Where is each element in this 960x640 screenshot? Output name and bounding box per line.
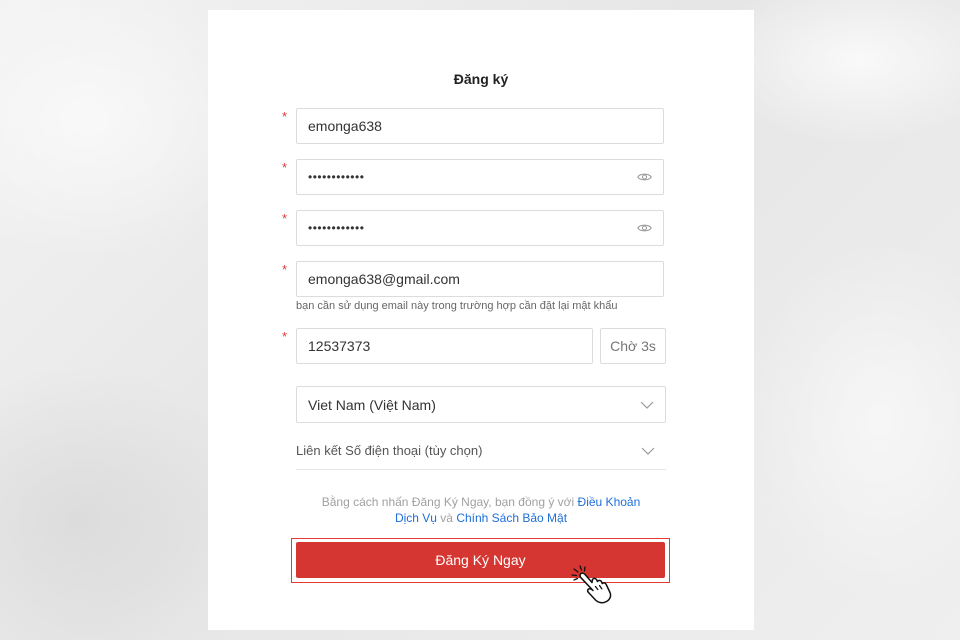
terms-notice: Bằng cách nhấn Đăng Ký Ngay, bạn đồng ý … — [320, 494, 642, 526]
resend-code-button[interactable]: Chờ 3s — [600, 328, 666, 364]
verification-code-value: 12537373 — [308, 338, 371, 354]
required-mark: * — [282, 262, 288, 277]
password-field[interactable]: •••••••••••• — [296, 159, 664, 195]
email-hint: bạn cần sử dụng email này trong trường h… — [296, 300, 618, 312]
required-mark: * — [282, 109, 288, 124]
email-value: emonga638@gmail.com — [308, 271, 460, 287]
chevron-down-icon — [640, 398, 654, 412]
username-field[interactable]: emonga638 — [296, 108, 664, 144]
chevron-down-icon — [641, 444, 655, 458]
eye-icon[interactable] — [636, 169, 652, 185]
verification-code-field[interactable]: 12537373 — [296, 328, 593, 364]
phone-link-toggle[interactable]: Liên kết Số điện thoại (tùy chọn) — [296, 436, 666, 470]
password-value: •••••••••••• — [308, 170, 365, 184]
required-mark: * — [282, 160, 288, 175]
country-value: Viet Nam (Việt Nam) — [308, 396, 436, 413]
register-card: Đăng ký — [208, 10, 754, 630]
username-value: emonga638 — [308, 118, 382, 134]
page-title: Đăng ký — [453, 71, 509, 87]
phone-link-label: Liên kết Số điện thoại (tùy chọn) — [296, 443, 483, 458]
terms-middle: và — [436, 511, 457, 525]
privacy-policy-link[interactable]: Chính Sách Bảo Mật — [456, 511, 567, 525]
hand-pointer-icon — [571, 564, 615, 604]
country-select[interactable]: Viet Nam (Việt Nam) — [296, 386, 666, 423]
eye-icon[interactable] — [636, 220, 652, 236]
required-mark: * — [282, 211, 288, 226]
email-field[interactable]: emonga638@gmail.com — [296, 261, 664, 297]
terms-prefix: Bằng cách nhấn Đăng Ký Ngay, bạn đồng ý … — [321, 495, 578, 509]
required-mark: * — [282, 329, 288, 344]
confirm-password-field[interactable]: •••••••••••• — [296, 210, 664, 246]
confirm-password-value: •••••••••••• — [308, 221, 365, 235]
